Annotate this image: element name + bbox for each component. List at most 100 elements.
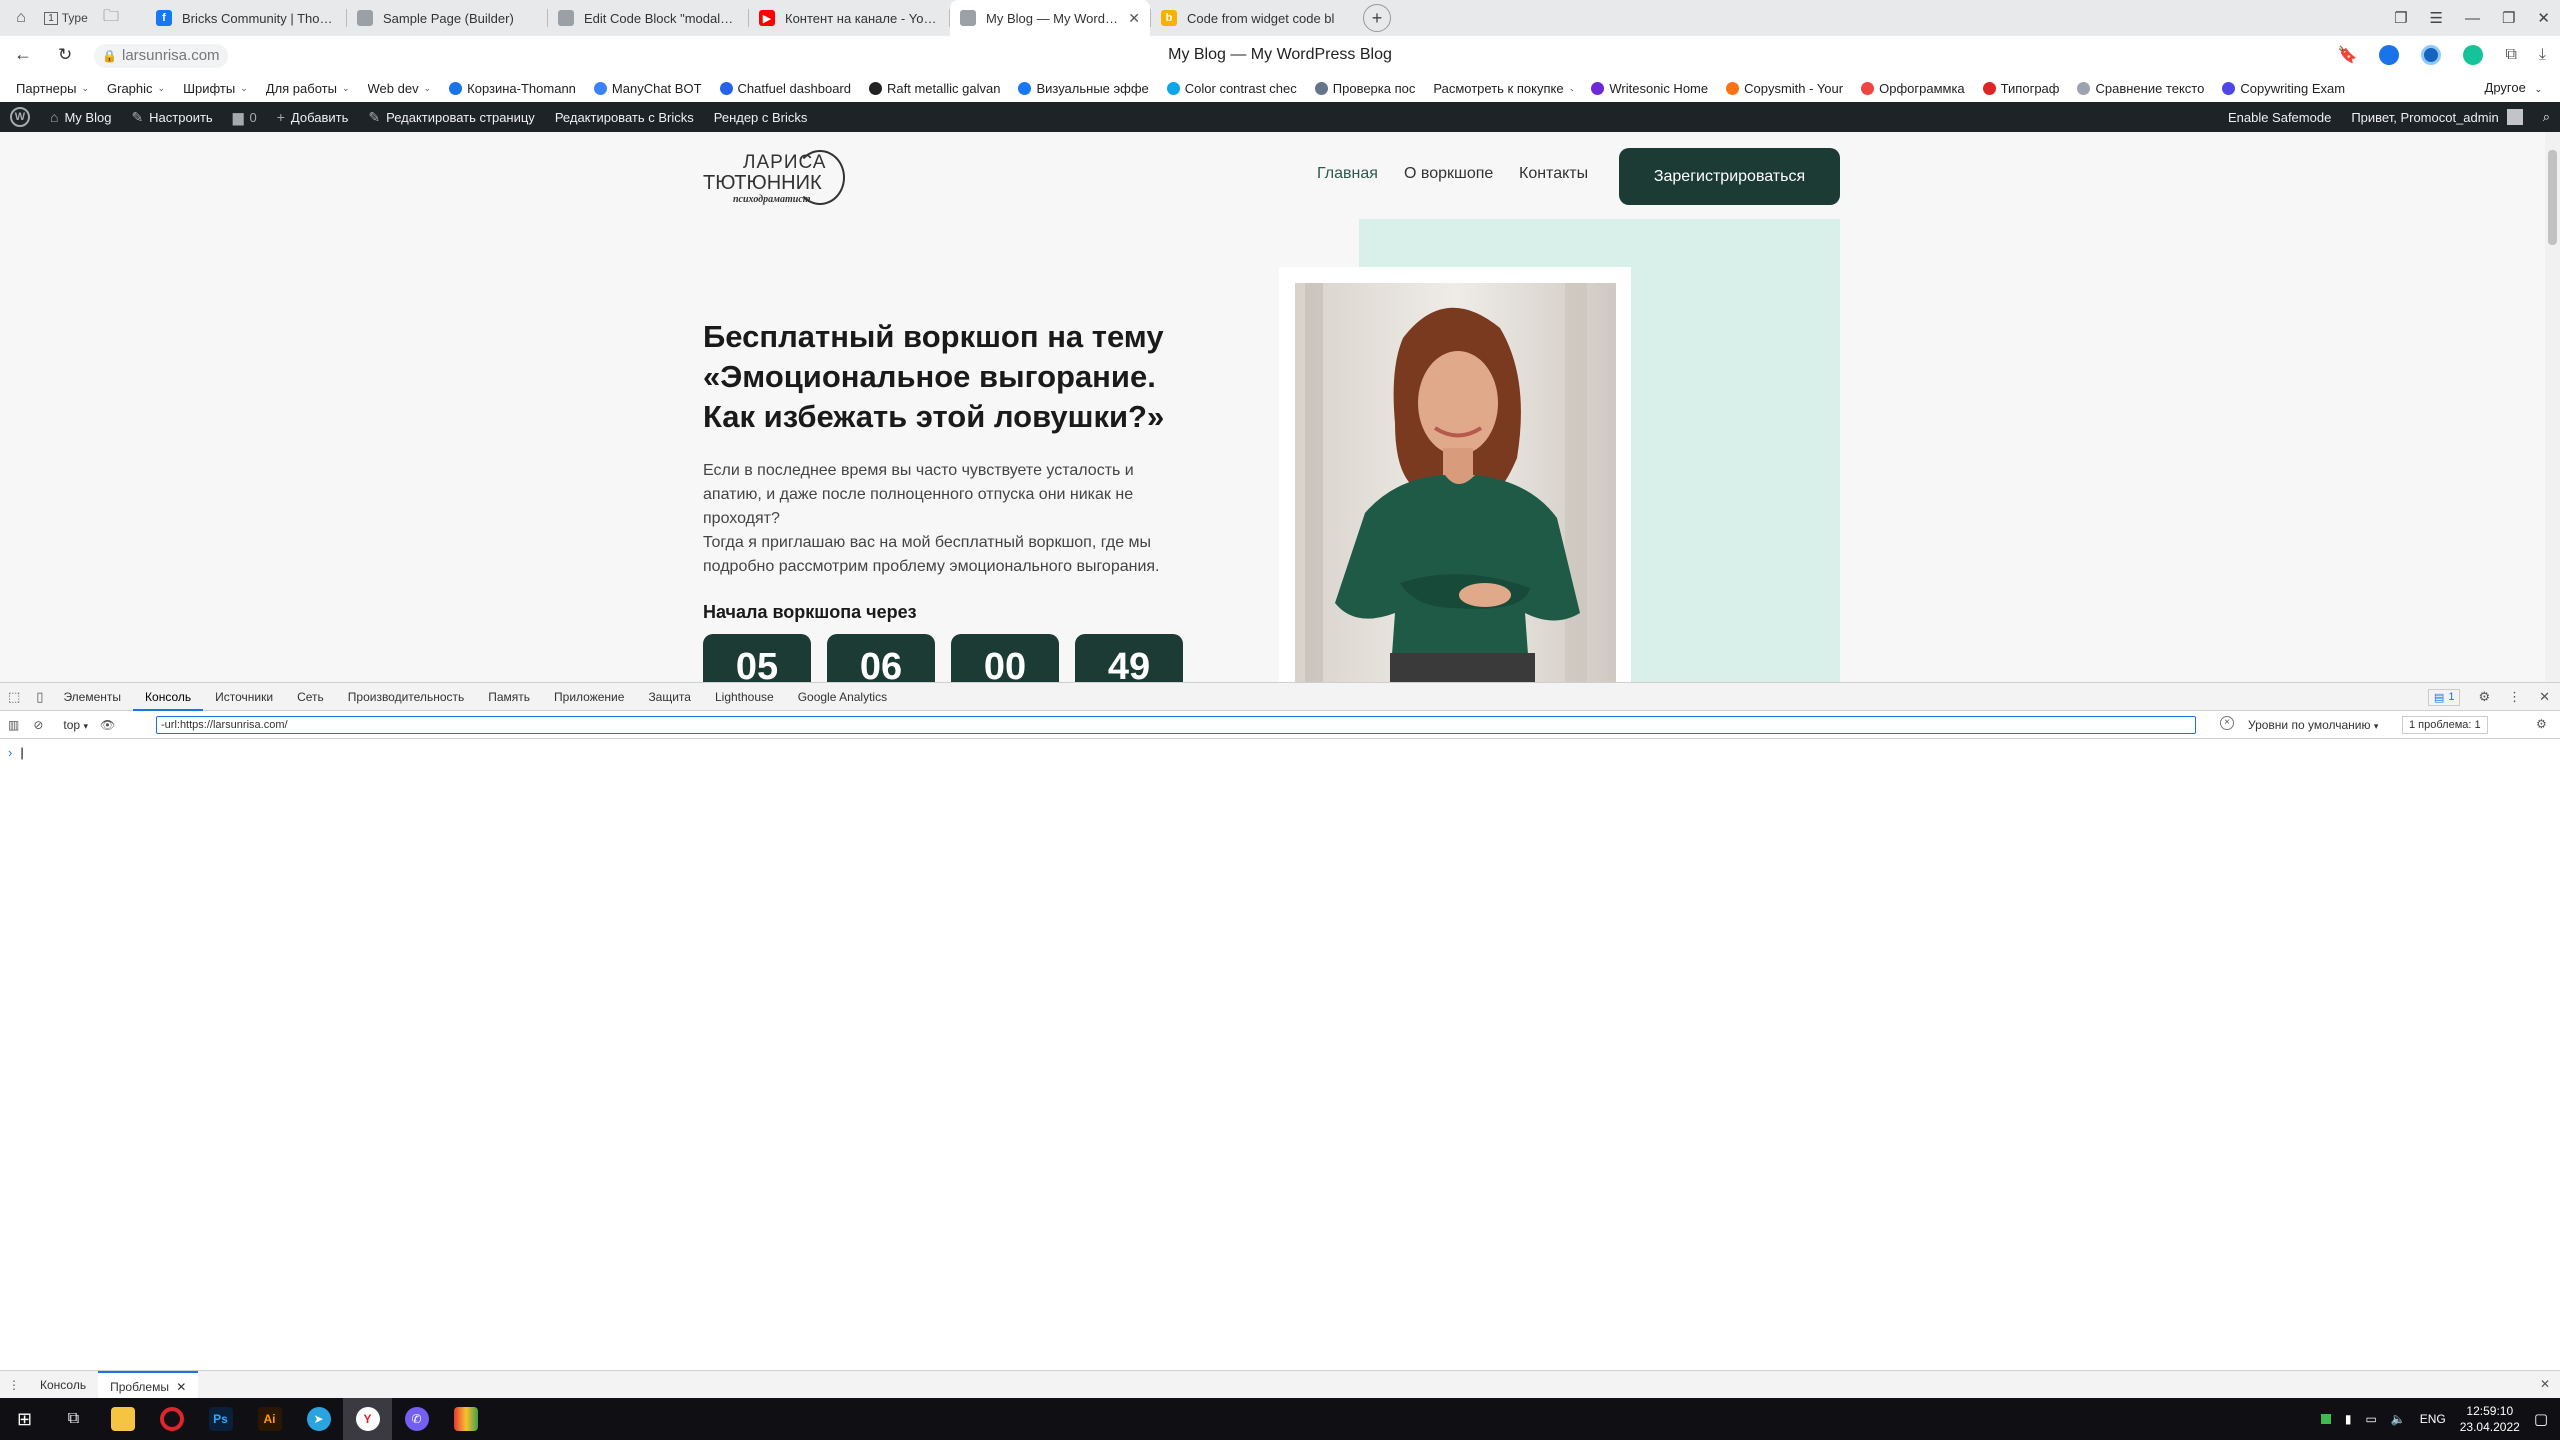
bookmark-item[interactable]: Color contrast chec (1166, 81, 1297, 96)
keyboard-language[interactable]: ENG (2420, 1412, 2446, 1426)
bookmark-item[interactable]: Расмотреть к покупке ⌄ (1433, 81, 1573, 96)
wp-safemode-link[interactable]: Enable Safemode (2218, 102, 2341, 132)
bookmark-item[interactable]: Raft metallic galvan (869, 81, 1000, 96)
minimize-button[interactable]: — (2465, 10, 2480, 27)
sidebar-toggle-icon[interactable]: ▥ (0, 718, 27, 732)
taskbar-yandex-browser[interactable]: Y (343, 1398, 392, 1440)
device-toggle-icon[interactable]: ▯ (28, 689, 51, 705)
devtools-tab[interactable]: Источники (203, 683, 285, 711)
nav-home-link[interactable]: Главная (1317, 165, 1378, 183)
menu-icon[interactable]: ☰ (2430, 9, 2443, 27)
start-button[interactable]: ⊞ (0, 1398, 49, 1440)
inspect-icon[interactable]: ⬚ (0, 689, 28, 705)
extension-2-icon[interactable] (2421, 45, 2442, 65)
bookmark-item[interactable]: Орфограммка (1861, 81, 1965, 96)
extensions-icon[interactable]: ⧉ (2505, 46, 2516, 64)
bookmark-item[interactable]: Copywriting Exam (2222, 81, 2345, 96)
bookmarks-other[interactable]: Другое ⌄ (2485, 74, 2542, 102)
taskbar-photoshop[interactable]: Ps (196, 1398, 245, 1440)
grammarly-icon[interactable] (2463, 45, 2484, 65)
wp-render-bricks-link[interactable]: Рендер с Bricks (704, 102, 818, 132)
site-logo[interactable]: ЛАРИСА ТЮТЮННИК психодраматист (703, 150, 845, 205)
bookmark-item[interactable]: Типограф (1982, 81, 2059, 96)
taskbar-opera[interactable] (147, 1398, 196, 1440)
wp-logo-icon[interactable]: W (0, 102, 40, 132)
wp-edit-bricks-link[interactable]: Редактировать с Bricks (545, 102, 704, 132)
close-drawer-icon[interactable]: ✕ (2540, 1377, 2550, 1391)
browser-tab[interactable]: b Code from widget code bl (1151, 0, 1351, 36)
bookmark-item[interactable]: Writesonic Home (1591, 81, 1708, 96)
devtools-tab[interactable]: Сеть (285, 683, 336, 711)
wp-site-link[interactable]: ⌂ My Blog (40, 102, 121, 132)
extension-1-icon[interactable] (2379, 45, 2400, 65)
url-field[interactable]: 🔒 larsunrisa.com (94, 44, 228, 68)
drawer-tab[interactable]: Проблемы ✕ (98, 1370, 199, 1399)
browser-tab[interactable]: Sample Page (Builder) (347, 0, 547, 36)
devtools-tab[interactable]: Приложение (542, 683, 636, 711)
wp-search-icon[interactable]: ⌕ (2533, 102, 2560, 132)
download-icon[interactable]: ⤓ (2539, 46, 2546, 64)
taskbar-telegram[interactable]: ➤ (294, 1398, 343, 1440)
devtools-tab[interactable]: Lighthouse (703, 683, 786, 711)
tray-app-icon[interactable] (2320, 1414, 2331, 1424)
collections-icon[interactable]: 🗀 (96, 3, 126, 33)
close-window-button[interactable]: ✕ (2537, 9, 2550, 27)
bookmark-item[interactable]: Визуальные эффе (1018, 81, 1149, 96)
tab-search-button[interactable]: 1 Type (36, 3, 96, 33)
bookmark-item[interactable]: Сравнение тексто (2077, 81, 2204, 96)
bookmark-item[interactable]: Graphic ⌄ (107, 81, 165, 96)
page-scrollbar[interactable] (2545, 132, 2560, 682)
wp-comments-link[interactable]: ▆ 0 (223, 102, 267, 132)
browser-tab[interactable]: ▶ Контент на канале - YouTu (749, 0, 949, 36)
more-options-icon[interactable]: ⋮ (2508, 689, 2521, 705)
settings-gear-icon[interactable]: ⚙ (2478, 689, 2490, 705)
bookmark-item[interactable]: Для работы ⌄ (266, 81, 350, 96)
restore-button[interactable]: ❐ (2502, 9, 2515, 27)
register-button[interactable]: Зарегистрироваться (1619, 148, 1840, 205)
taskbar-explorer[interactable] (98, 1398, 147, 1440)
bookmark-icon[interactable]: 🔖 (2338, 45, 2358, 65)
taskbar-viber[interactable]: ✆ (392, 1398, 441, 1440)
bookmark-item[interactable]: Партнеры ⌄ (16, 81, 89, 96)
network-icon[interactable]: ▮ (2345, 1412, 2352, 1426)
nav-about-link[interactable]: О воркшопе (1404, 165, 1493, 183)
new-tab-button[interactable]: + (1363, 4, 1391, 32)
drawer-menu-icon[interactable]: ⋮ (0, 1378, 28, 1392)
bookmark-item[interactable]: Chatfuel dashboard (719, 81, 851, 96)
close-devtools-icon[interactable]: ✕ (2539, 689, 2550, 705)
reload-icon[interactable]: ↻ (58, 45, 72, 65)
taskbar-illustrator[interactable]: Ai (245, 1398, 294, 1440)
clock[interactable]: 12:59:10 23.04.2022 (2460, 1403, 2520, 1435)
log-levels-select[interactable]: Уровни по умолчанию ▾ (2248, 711, 2378, 739)
nav-contacts-link[interactable]: Контакты (1519, 165, 1588, 183)
issues-counter[interactable]: 1 проблема: 1 (2402, 716, 2488, 734)
browser-tab[interactable]: f Bricks Community | Thoma (146, 0, 346, 36)
console-filter-input[interactable]: -url:https://larsunrisa.com/ (156, 716, 2196, 734)
home-icon[interactable]: ⌂ (6, 3, 36, 33)
scrollbar-thumb[interactable] (2548, 150, 2557, 245)
bookmark-item[interactable]: Шрифты ⌄ (183, 81, 248, 96)
devtools-tab[interactable]: Элементы (51, 683, 133, 711)
eye-icon[interactable]: 👁 (94, 718, 121, 732)
devtools-tab[interactable]: Консоль (133, 683, 204, 711)
bookmark-item[interactable]: ManyChat BOT (593, 81, 702, 96)
clear-filter-icon[interactable]: × (2220, 716, 2234, 730)
devtools-tab[interactable]: Память (476, 683, 542, 711)
bookmark-item[interactable]: Корзина-Thomann (449, 81, 576, 96)
context-select[interactable]: top ▾ (49, 718, 94, 732)
bookmark-item[interactable]: Copysmith - Your (1726, 81, 1843, 96)
devtools-tab[interactable]: Google Analytics (786, 683, 899, 711)
volume-icon[interactable]: 🔈 (2391, 1412, 2406, 1426)
wp-add-new-link[interactable]: + Добавить (267, 102, 359, 132)
close-tab-icon[interactable]: ✕ (1128, 10, 1140, 27)
console-settings-icon[interactable]: ⚙ (2536, 717, 2547, 731)
close-tab-icon[interactable]: ✕ (173, 1380, 186, 1394)
wp-account-menu[interactable]: Привет, Promocot_admin (2341, 102, 2532, 132)
clear-console-icon[interactable]: ⊘ (27, 718, 49, 732)
wp-customize-link[interactable]: ✎ Настроить (121, 102, 222, 132)
taskbar-app[interactable] (441, 1398, 490, 1440)
wp-edit-page-link[interactable]: ✎ Редактировать страницу (358, 102, 544, 132)
task-view-button[interactable]: ⧉ (49, 1398, 98, 1440)
browser-tab[interactable]: My Blog — My WordPress ✕ (950, 0, 1150, 36)
bookmark-item[interactable]: Web dev ⌄ (368, 81, 432, 96)
